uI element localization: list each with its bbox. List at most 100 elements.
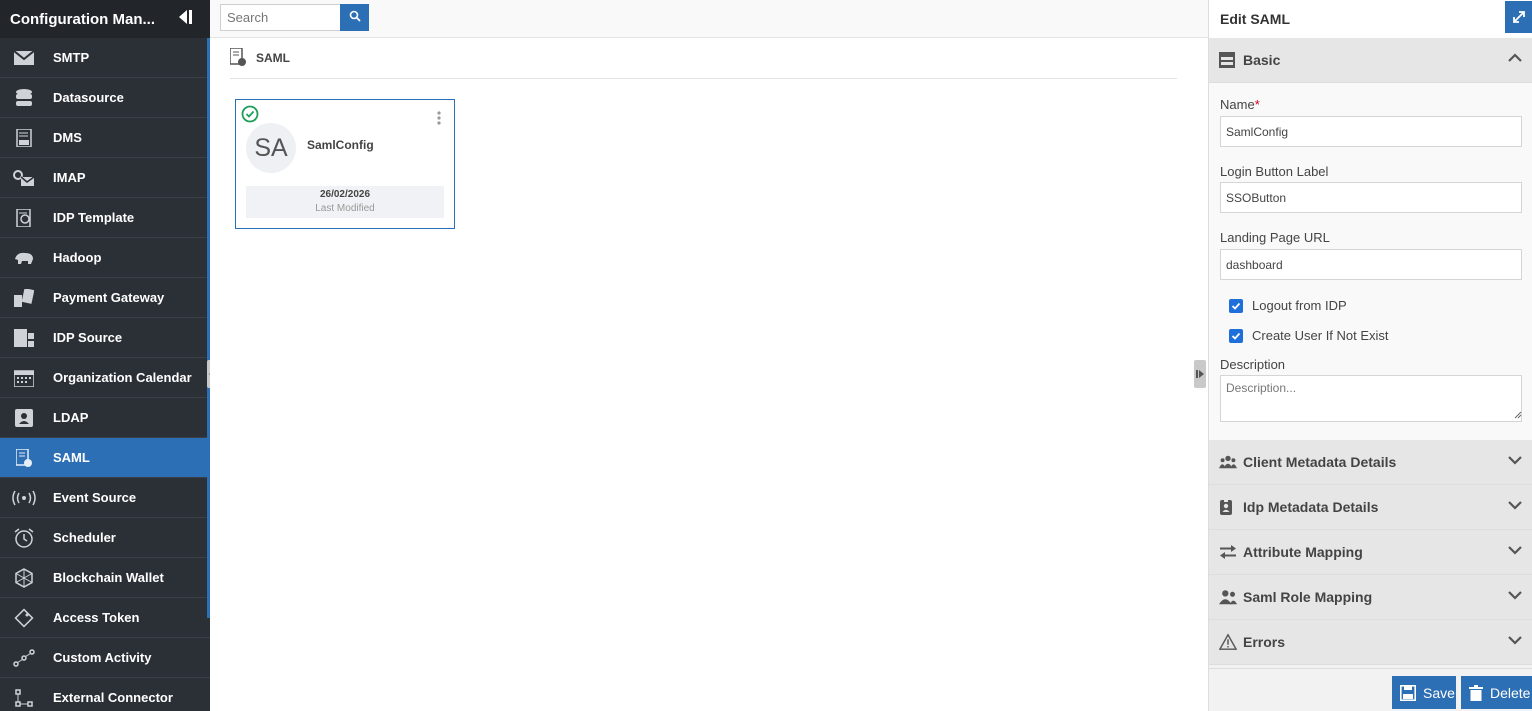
saml-icon (12, 448, 36, 468)
sidebar-item-hadoop[interactable]: Hadoop (0, 238, 210, 278)
chevron-up-icon (1507, 52, 1523, 67)
form-icon (1219, 52, 1237, 68)
card-name: SamlConfig (307, 138, 374, 152)
section-idp-metadata-label: Idp Metadata Details (1243, 499, 1379, 515)
section-idp-metadata-header[interactable]: Idp Metadata Details (1209, 485, 1532, 530)
imap-icon (12, 168, 36, 188)
page-title: SAML (256, 51, 290, 65)
sidebar-item-smtp[interactable]: SMTP (0, 38, 210, 78)
search-icon (349, 10, 361, 25)
sidebar-item-label: Datasource (53, 90, 124, 105)
chevron-down-icon (1507, 589, 1523, 604)
payment-gateway-icon (12, 288, 36, 308)
name-field[interactable] (1220, 116, 1522, 147)
sidebar-item-label: Access Token (53, 610, 140, 625)
expand-panel-icon[interactable] (1505, 1, 1532, 33)
chevron-down-icon (1507, 454, 1523, 469)
sidebar-item-label: LDAP (53, 410, 89, 425)
resize-grip-icon[interactable] (1514, 407, 1522, 422)
logout-from-idp-checkbox[interactable] (1229, 298, 1243, 313)
envelope-icon (12, 48, 36, 68)
sidebar-item-label: Blockchain Wallet (53, 570, 164, 585)
connector-icon (12, 688, 36, 708)
search-button[interactable] (340, 4, 369, 31)
section-basic-label: Basic (1243, 52, 1281, 68)
chevron-down-icon (1507, 544, 1523, 559)
description-field[interactable] (1220, 375, 1522, 422)
user-roles-icon (1219, 589, 1237, 605)
sidebar-item-payment-gateway[interactable]: Payment Gateway (0, 278, 210, 318)
section-basic-header[interactable]: Basic (1209, 38, 1532, 83)
create-user-label: Create User If Not Exist (1252, 328, 1389, 343)
collapse-sidebar-icon[interactable] (176, 8, 194, 26)
sidebar-item-ldap[interactable]: LDAP (0, 398, 210, 438)
logout-from-idp-label: Logout from IDP (1252, 298, 1347, 313)
save-button[interactable]: Save (1392, 676, 1456, 709)
create-user-checkbox[interactable] (1229, 328, 1243, 343)
users-group-icon (1219, 454, 1237, 470)
last-modified-date: 26/02/2026 (319, 189, 371, 200)
sidebar-item-organization-calendar[interactable]: Organization Calendar (0, 358, 210, 398)
section-attribute-mapping-header[interactable]: Attribute Mapping (1209, 530, 1532, 575)
edit-panel: Edit SAML Basic Name* Login Button Label… (1208, 0, 1532, 711)
sidebar-item-datasource[interactable]: Datasource (0, 78, 210, 118)
sidebar-item-label: IMAP (53, 170, 86, 185)
alarm-clock-icon (12, 527, 36, 548)
sidebar-item-access-token[interactable]: Access Token (0, 598, 210, 638)
sidebar-item-event-source[interactable]: Event Source (0, 478, 210, 518)
sidebar-item-label: Custom Activity (53, 650, 152, 665)
create-user-row: Create User If Not Exist (1229, 328, 1389, 343)
login-button-label-field[interactable] (1220, 182, 1522, 213)
idp-source-icon (12, 328, 36, 348)
custom-activity-icon (12, 648, 36, 668)
calendar-icon (12, 368, 36, 388)
id-badge-icon (1219, 499, 1237, 515)
section-errors-header[interactable]: Errors (1209, 620, 1532, 665)
section-saml-role-mapping-header[interactable]: Saml Role Mapping (1209, 575, 1532, 620)
panel-title: Edit SAML (1220, 11, 1290, 27)
section-client-metadata-label: Client Metadata Details (1243, 454, 1397, 470)
sidebar-item-saml[interactable]: SAML (0, 438, 210, 478)
save-label: Save (1423, 684, 1455, 701)
sidebar-item-scheduler[interactable]: Scheduler (0, 518, 210, 558)
sidebar-item-idp-template[interactable]: IDP Template (0, 198, 210, 238)
sidebar-item-label: Event Source (53, 490, 137, 505)
sidebar-item-idp-source[interactable]: IDP Source (0, 318, 210, 358)
sidebar-item-custom-activity[interactable]: Custom Activity (0, 638, 210, 678)
sidebar-header: Configuration Man... (0, 0, 210, 38)
chevron-down-icon (1507, 634, 1523, 649)
section-errors-label: Errors (1243, 634, 1286, 650)
breadcrumb: SAML (229, 38, 1177, 79)
broadcast-icon (12, 488, 36, 508)
sidebar-item-imap[interactable]: IMAP (0, 158, 210, 198)
search-input[interactable] (220, 4, 340, 31)
toolbar (210, 0, 1208, 38)
app-title: Configuration Man... (10, 10, 155, 28)
sidebar-item-blockchain-wallet[interactable]: Blockchain Wallet (0, 558, 210, 598)
delete-button[interactable]: Delete (1461, 676, 1532, 709)
panel-footer: Save Delete (1209, 668, 1532, 711)
sidebar-item-label: Organization Calendar (53, 370, 192, 385)
section-attribute-mapping-label: Attribute Mapping (1243, 544, 1363, 560)
sidebar-item-label: SMTP (53, 50, 90, 65)
check-circle-icon (241, 105, 259, 126)
landing-page-url-field[interactable] (1220, 249, 1522, 280)
section-saml-role-mapping-label: Saml Role Mapping (1243, 589, 1373, 605)
sidebar-item-label: DMS (53, 130, 82, 145)
config-card[interactable]: SA SamlConfig 26/02/2026 Last Modified (235, 99, 455, 229)
sidebar-item-dms[interactable]: DMS (0, 118, 210, 158)
swap-arrows-icon (1219, 544, 1237, 560)
hadoop-elephant-icon (12, 248, 36, 268)
name-label: Name* (1220, 97, 1260, 112)
section-client-metadata-header[interactable]: Client Metadata Details (1209, 440, 1532, 485)
idp-template-icon (12, 208, 36, 228)
last-modified-caption: Last Modified (315, 203, 375, 214)
landing-page-url-label: Landing Page URL (1220, 230, 1330, 245)
required-marker: * (1254, 97, 1260, 112)
sidebar-item-label: Payment Gateway (53, 290, 165, 305)
more-vertical-icon[interactable] (436, 110, 442, 126)
sidebar-item-label: IDP Template (53, 210, 135, 225)
right-splitter-handle[interactable] (1194, 360, 1206, 388)
avatar: SA (246, 123, 296, 173)
sidebar-item-external-connector[interactable]: External Connector (0, 678, 210, 711)
